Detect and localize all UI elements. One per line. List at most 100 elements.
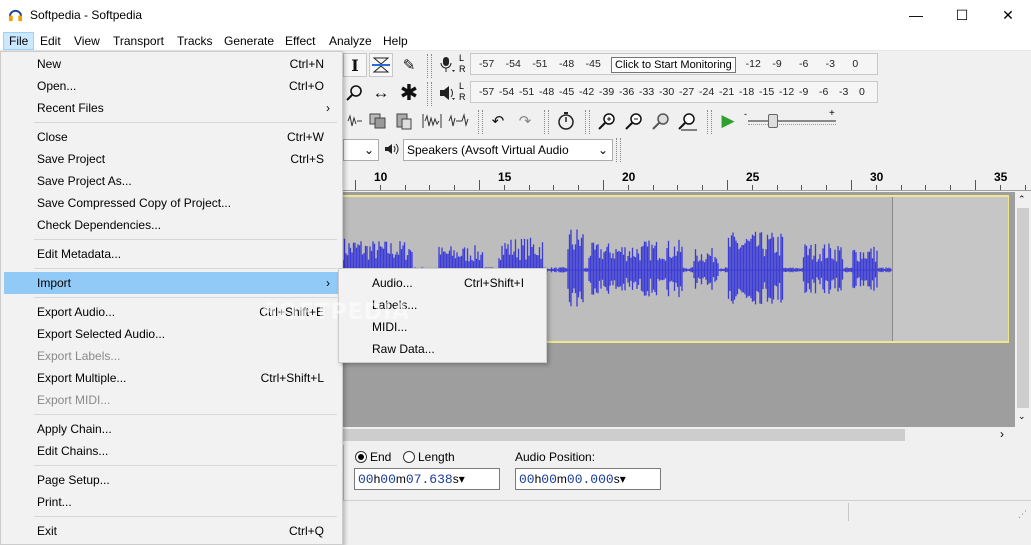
close-button[interactable]: ✕ xyxy=(985,0,1031,30)
i-beam-icon: I xyxy=(351,55,359,75)
track-empty-region[interactable] xyxy=(892,197,1008,341)
menu-generate[interactable]: Generate xyxy=(219,32,279,50)
maximize-button[interactable]: ☐ xyxy=(939,0,985,30)
time-shift-tool-button[interactable]: ↔ xyxy=(369,81,393,105)
horizontal-scroll-thumb[interactable] xyxy=(343,429,905,441)
menu-item-exit[interactable]: Exit Ctrl+Q xyxy=(4,520,340,542)
selection-toolbar: End Length Audio Position: 00h00m07.638s… xyxy=(343,445,1031,500)
menu-item-edit-chains[interactable]: Edit Chains... xyxy=(4,440,340,462)
play-at-speed-button[interactable]: ▶ xyxy=(716,109,740,133)
play-speed-slider-thumb[interactable] xyxy=(768,114,778,128)
zoom-out-button[interactable] xyxy=(622,109,646,133)
toolbar-grip[interactable] xyxy=(544,110,549,134)
toolbar-grip[interactable] xyxy=(585,110,590,134)
output-device-value: Speakers (Avsoft Virtual Audio xyxy=(407,143,569,157)
end-radio[interactable] xyxy=(355,451,367,463)
record-meter-channels: LR xyxy=(459,53,466,74)
output-device-dropdown[interactable]: Speakers (Avsoft Virtual Audio ⌄ xyxy=(403,139,613,161)
resize-grip-icon[interactable]: ⋰ xyxy=(1018,509,1027,520)
menu-item-new[interactable]: New Ctrl+N xyxy=(4,53,340,75)
playback-meter-tick-label: -54 xyxy=(499,86,515,98)
chevron-right-icon: › xyxy=(326,276,330,290)
ruler-tick xyxy=(429,185,431,190)
selection-tool-button[interactable]: I xyxy=(343,53,367,77)
toolbar-grip[interactable] xyxy=(616,138,621,162)
scroll-down-icon[interactable]: ⌄ xyxy=(1018,411,1026,422)
ruler-tick xyxy=(627,185,629,190)
multi-tool-button[interactable]: ✱ xyxy=(397,80,421,105)
ruler-tick xyxy=(379,185,381,190)
playback-meter-tick-label: -48 xyxy=(539,86,555,98)
copy-button[interactable] xyxy=(366,109,390,133)
silence-selection-button[interactable] xyxy=(447,109,471,133)
menu-item-import[interactable]: Import › xyxy=(4,272,340,294)
menu-tracks[interactable]: Tracks xyxy=(172,32,218,50)
timeline-ruler[interactable]: 10 15 20 25 30 35 xyxy=(343,163,1031,191)
vertical-scrollbar[interactable]: ⌃ ⌄ xyxy=(1015,192,1031,427)
menu-separator xyxy=(34,268,337,269)
selection-end-time[interactable]: 00h00m07.638s▾ xyxy=(354,468,500,490)
menu-item-apply-chain[interactable]: Apply Chain... xyxy=(4,418,340,440)
menu-analyze[interactable]: Analyze xyxy=(324,32,377,50)
menu-item-check-dependencies[interactable]: Check Dependencies... xyxy=(4,214,340,236)
toolbar-grip[interactable] xyxy=(707,110,712,134)
menu-file[interactable]: File xyxy=(3,32,35,50)
scroll-up-icon[interactable]: ⌃ xyxy=(1018,194,1026,205)
scroll-right-icon[interactable]: › xyxy=(1000,427,1004,441)
menu-view[interactable]: View xyxy=(69,32,105,50)
envelope-icon xyxy=(372,57,390,73)
audio-position-time[interactable]: 00h00m00.000s▾ xyxy=(515,468,661,490)
vertical-scroll-thumb[interactable] xyxy=(1017,208,1029,408)
sync-lock-button[interactable] xyxy=(554,109,578,133)
menu-item-open[interactable]: Open... Ctrl+O xyxy=(4,75,340,97)
undo-button[interactable]: ↶ xyxy=(486,109,510,133)
draw-tool-button[interactable]: ✎ xyxy=(397,53,421,77)
menu-item-edit-metadata[interactable]: Edit Metadata... xyxy=(4,243,340,265)
record-meter-button[interactable] xyxy=(436,53,460,77)
menu-item-save-project-as[interactable]: Save Project As... xyxy=(4,170,340,192)
menu-item-export-selected-audio[interactable]: Export Selected Audio... xyxy=(4,323,340,345)
ruler-tick xyxy=(1024,185,1026,190)
horizontal-scrollbar[interactable]: › xyxy=(343,427,1031,443)
toolbar-grip[interactable] xyxy=(478,110,483,134)
menu-help[interactable]: Help xyxy=(378,32,413,50)
record-meter-tick-label: -48 xyxy=(559,58,575,70)
menu-effect[interactable]: Effect xyxy=(280,32,320,50)
minimize-icon: — xyxy=(909,7,923,23)
paste-button[interactable] xyxy=(392,109,416,133)
menu-item-page-setup[interactable]: Page Setup... xyxy=(4,469,340,491)
redo-button[interactable]: ↷ xyxy=(513,109,537,133)
ruler-tick xyxy=(503,185,505,190)
silence-button[interactable] xyxy=(343,109,367,133)
minimize-button[interactable]: — xyxy=(893,0,939,30)
menu-edit[interactable]: Edit xyxy=(35,32,66,50)
envelope-tool-button[interactable] xyxy=(369,53,393,77)
menu-item-save-project[interactable]: Save Project Ctrl+S xyxy=(4,148,340,170)
submenu-item-raw-data[interactable]: Raw Data... xyxy=(342,338,544,360)
menu-item-recent-files[interactable]: Recent Files › xyxy=(4,97,340,119)
toolbar-grip[interactable] xyxy=(427,82,432,106)
record-meter-tick-label: 0 xyxy=(852,58,859,70)
menu-item-close[interactable]: Close Ctrl+W xyxy=(4,126,340,148)
length-radio[interactable] xyxy=(403,451,415,463)
ruler-tick xyxy=(826,185,828,190)
play-speed-slider[interactable] xyxy=(748,113,836,129)
trim-button[interactable] xyxy=(420,109,444,133)
submenu-item-audio[interactable]: Audio... Ctrl+Shift+I xyxy=(342,272,544,294)
playback-meter-button[interactable] xyxy=(436,81,460,105)
fit-selection-button[interactable] xyxy=(649,109,673,133)
zoom-tool-button[interactable] xyxy=(343,81,367,105)
chevron-down-icon: ⌄ xyxy=(594,140,608,160)
menu-transport[interactable]: Transport xyxy=(108,32,169,50)
menu-item-print[interactable]: Print... xyxy=(4,491,340,513)
menu-item-save-compressed-copy[interactable]: Save Compressed Copy of Project... xyxy=(4,192,340,214)
ruler-tick xyxy=(925,185,927,190)
zoom-in-button[interactable] xyxy=(595,109,619,133)
input-device-dropdown[interactable]: ⌄ xyxy=(343,139,379,161)
playback-meter[interactable]: -57 -54 -51 -48 -45 -42 -39 -36 -33 -30 -27 -24 -21-… xyxy=(470,81,878,103)
fit-project-button[interactable] xyxy=(676,109,700,133)
maximize-icon: ☐ xyxy=(955,6,969,23)
menu-item-export-multiple[interactable]: Export Multiple... Ctrl+Shift+L xyxy=(4,367,340,389)
toolbar-grip[interactable] xyxy=(427,54,432,78)
zoom-selection-icon xyxy=(652,113,669,130)
